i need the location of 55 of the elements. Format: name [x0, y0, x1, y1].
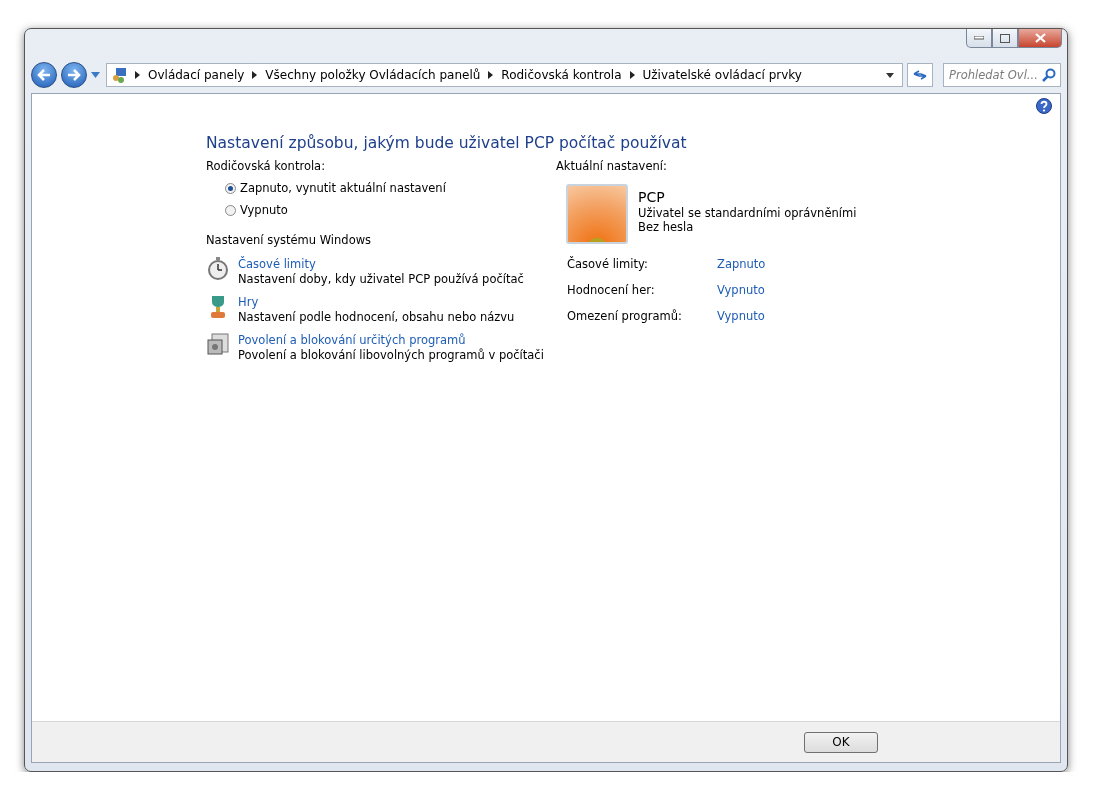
- address-bar[interactable]: Ovládací panely Všechny položky Ovládacích panelů Rodičovská kontrola Uživatelské ovládací prvky: [106, 63, 903, 87]
- control-panel-icon: [111, 67, 127, 83]
- minimize-icon: [974, 36, 984, 40]
- section-label: Aktuální nastavení:: [556, 158, 668, 174]
- arrow-left-icon: [37, 69, 51, 81]
- stopwatch-icon: [206, 256, 230, 280]
- refresh-arrows-icon: [913, 69, 927, 81]
- page-heading: Nastavení způsobu, jakým bude uživatel PCP počítač používat: [206, 134, 688, 152]
- radio-label: Vypnuto: [240, 202, 288, 218]
- user-name: PCP: [638, 188, 666, 206]
- breadcrumb-item[interactable]: Uživatelské ovládací prvky: [642, 68, 802, 82]
- setting-description: Povolení a blokování libovolných programů v počítači: [238, 348, 544, 362]
- radio-button[interactable]: [225, 182, 236, 194]
- program-window-icon: [206, 332, 230, 356]
- arrow-right-icon: [67, 69, 81, 81]
- search-field[interactable]: Prohledat Ovl...: [943, 63, 1061, 87]
- setting-name: Časové limity:: [567, 256, 649, 272]
- radio-button[interactable]: [225, 204, 236, 216]
- back-button[interactable]: [31, 62, 57, 88]
- radio-option[interactable]: Vypnuto: [225, 202, 556, 218]
- setting-description: Nastavení doby, kdy uživatel PCP používá počítač: [238, 272, 524, 286]
- setting-description: Nastavení podle hodnocení, obsahu nebo názvu: [238, 310, 515, 324]
- radio-option[interactable]: Zapnuto, vynutit aktuální nastavení: [225, 180, 556, 196]
- close-icon: [1034, 33, 1046, 43]
- close-button[interactable]: [1018, 29, 1062, 48]
- setting-status-link[interactable]: Vypnuto: [717, 308, 857, 324]
- section-label: Nastavení systému Windows: [206, 232, 373, 248]
- setting-status-link[interactable]: Zapnuto: [717, 256, 857, 272]
- ok-button[interactable]: OK: [804, 731, 878, 753]
- setting-link[interactable]: Povolení a blokování určitých programů: [238, 333, 466, 347]
- setting-status-link[interactable]: Vypnuto: [717, 282, 857, 298]
- setting-name: Omezení programů:: [567, 308, 683, 324]
- search-icon: [1042, 68, 1056, 82]
- setting-link[interactable]: Hry: [238, 295, 259, 309]
- refresh-button[interactable]: [907, 63, 933, 87]
- section-label: Rodičovská kontrola:: [206, 158, 327, 174]
- help-button[interactable]: [1036, 98, 1052, 114]
- maximize-button[interactable]: [992, 29, 1018, 48]
- user-role: Uživatel se standardními oprávněními: [638, 206, 857, 220]
- chevron-right-icon: [488, 71, 494, 79]
- breadcrumb-item[interactable]: Všechny položky Ovládacích panelů: [265, 68, 481, 82]
- chevron-right-icon: [629, 71, 635, 79]
- breadcrumb-item[interactable]: Ovládací panely: [148, 68, 245, 82]
- radio-label: Zapnuto, vynutit aktuální nastavení: [240, 180, 446, 196]
- maximize-icon: [1000, 33, 1010, 43]
- breadcrumb-item[interactable]: Rodičovská kontrola: [501, 68, 622, 82]
- chevron-right-icon: [135, 71, 140, 79]
- flower-picture: [566, 184, 628, 244]
- password-status: Bez hesla: [638, 220, 695, 234]
- setting-name: Hodnocení her:: [567, 282, 656, 298]
- chevron-right-icon: [252, 71, 258, 79]
- dropdown-caret-icon[interactable]: [886, 72, 894, 78]
- forward-button[interactable]: [61, 62, 87, 88]
- setting-link[interactable]: Časové limity: [238, 257, 316, 271]
- minimize-button[interactable]: [966, 29, 992, 48]
